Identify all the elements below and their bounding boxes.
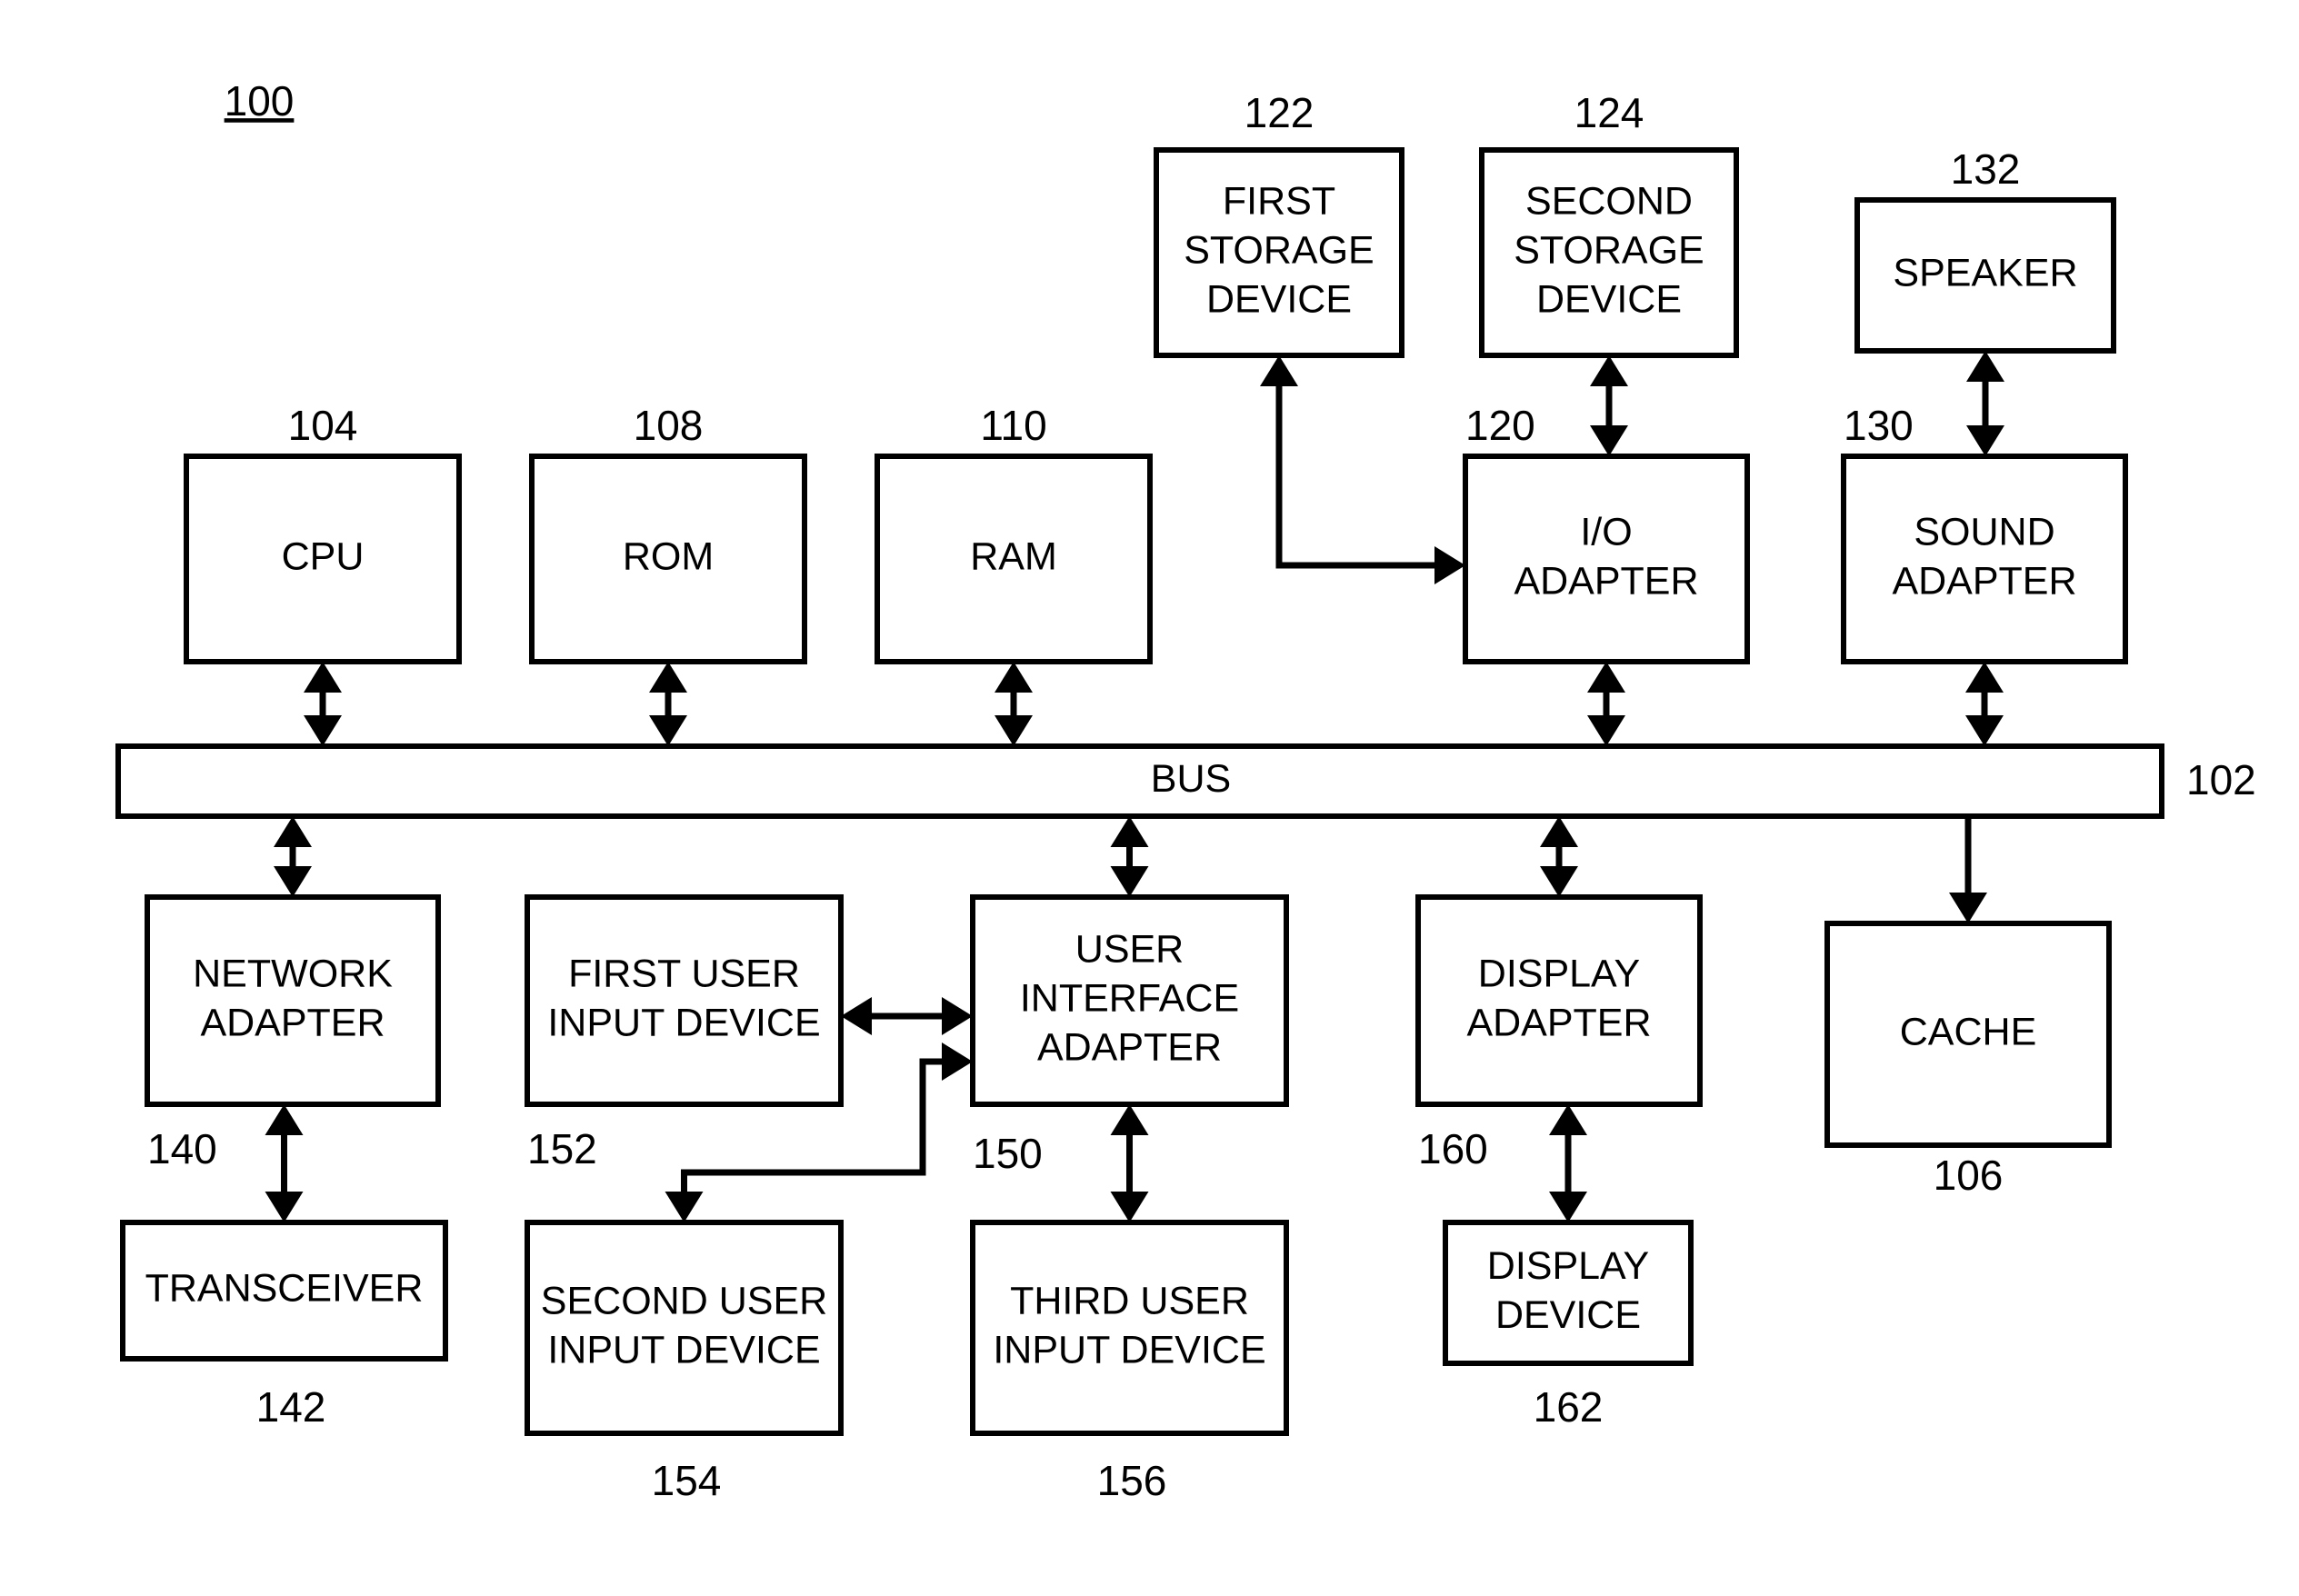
reference-numeral-106: 106 <box>1934 1152 2004 1199</box>
block-label-network-adapter: ADAPTER <box>200 1001 385 1044</box>
block-speaker: SPEAKER <box>1854 197 2116 354</box>
reference-numeral-150: 150 <box>973 1130 1043 1177</box>
connector-first-user-input-to-ui-adapter <box>841 997 973 1035</box>
block-ram: RAM <box>875 454 1153 664</box>
block-label-first-user-input-device: FIRST USER <box>568 952 800 995</box>
block-label-first-storage-device: STORAGE <box>1184 228 1374 272</box>
block-label-rom: ROM <box>623 534 714 578</box>
block-label-transceiver: TRANSCEIVER <box>145 1266 424 1310</box>
reference-numeral-160: 160 <box>1418 1125 1488 1172</box>
connector-io-adapter-to-bus <box>1587 662 1625 746</box>
reference-numeral-154: 154 <box>652 1457 722 1504</box>
block-label-io-adapter: I/O <box>1580 510 1632 554</box>
block-label-display-adapter: ADAPTER <box>1466 1001 1651 1044</box>
reference-numeral-108: 108 <box>634 402 704 449</box>
block-label-user-interface-adapter: ADAPTER <box>1037 1025 1222 1069</box>
reference-numeral-142: 142 <box>256 1383 326 1431</box>
block-label-third-user-input-device: INPUT DEVICE <box>993 1328 1265 1372</box>
block-display-adapter: DISPLAY ADAPTER <box>1415 894 1703 1107</box>
block-label-user-interface-adapter: USER <box>1075 927 1184 971</box>
connector-ram-to-bus <box>995 662 1033 746</box>
block-rom: ROM <box>529 454 807 664</box>
block-label-second-user-input-device: INPUT DEVICE <box>547 1328 820 1372</box>
block-outline-bus <box>115 743 2164 819</box>
reference-numeral-140: 140 <box>147 1125 217 1172</box>
block-label-sound-adapter: SOUND <box>1914 510 2054 554</box>
patent-block-diagram: FIRST STORAGE DEVICE SECOND STORAGE DEVICE SPE… <box>0 0 2299 1596</box>
reference-numeral-120: 120 <box>1465 402 1535 449</box>
connector-bus-to-network-adapter <box>274 816 312 897</box>
block-bus: BUS <box>115 743 2164 819</box>
block-second-storage-device: SECOND STORAGE DEVICE <box>1479 147 1739 358</box>
reference-numeral-130: 130 <box>1844 402 1914 449</box>
block-user-interface-adapter: USER INTERFACE ADAPTER <box>970 894 1289 1107</box>
block-label-first-storage-device: FIRST <box>1223 179 1335 223</box>
block-first-storage-device: FIRST STORAGE DEVICE <box>1154 147 1404 358</box>
block-transceiver: TRANSCEIVER <box>120 1220 448 1362</box>
block-label-first-user-input-device: INPUT DEVICE <box>547 1001 820 1044</box>
block-second-user-input-device: SECOND USER INPUT DEVICE <box>525 1220 844 1436</box>
connector-cpu-to-bus <box>304 662 342 746</box>
block-label-display-device: DISPLAY <box>1487 1244 1649 1288</box>
block-label-ram: RAM <box>970 534 1057 578</box>
block-network-adapter: NETWORK ADAPTER <box>145 894 441 1107</box>
block-label-display-device: DEVICE <box>1495 1293 1641 1337</box>
block-label-network-adapter: NETWORK <box>193 952 393 995</box>
connector-ui-adapter-to-third-user-input <box>1110 1104 1149 1222</box>
reference-numeral-162: 162 <box>1534 1383 1604 1431</box>
reference-numeral-104: 104 <box>288 402 358 449</box>
block-label-second-storage-device: DEVICE <box>1536 277 1682 321</box>
boxes-layer: FIRST STORAGE DEVICE SECOND STORAGE DEVICE SPE… <box>115 147 2164 1436</box>
block-label-cpu: CPU <box>282 534 365 578</box>
block-display-device: DISPLAY DEVICE <box>1443 1220 1694 1366</box>
connector-bus-to-cache <box>1949 816 1987 923</box>
connector-second-storage-to-io-adapter <box>1590 355 1628 456</box>
block-label-sound-adapter: ADAPTER <box>1892 559 2076 603</box>
reference-numeral-122: 122 <box>1244 89 1314 136</box>
block-label-third-user-input-device: THIRD USER <box>1010 1279 1249 1322</box>
reference-numeral-152: 152 <box>527 1125 597 1172</box>
block-label-second-storage-device: SECOND <box>1525 179 1693 223</box>
block-label-user-interface-adapter: INTERFACE <box>1020 976 1239 1020</box>
reference-numeral-124: 124 <box>1574 89 1644 136</box>
block-cache: CACHE <box>1824 921 2112 1148</box>
connector-bus-to-display-adapter <box>1540 816 1578 897</box>
connector-network-adapter-to-transceiver <box>265 1104 304 1222</box>
diagram-canvas: FIRST STORAGE DEVICE SECOND STORAGE DEVICE SPE… <box>115 77 2256 1504</box>
block-sound-adapter: SOUND ADAPTER <box>1841 454 2128 664</box>
figure-number: 100 <box>225 77 295 125</box>
block-label-bus: BUS <box>1151 757 1231 801</box>
block-label-second-storage-device: STORAGE <box>1514 228 1704 272</box>
connector-first-storage-to-io-adapter <box>1260 355 1465 584</box>
connector-rom-to-bus <box>649 662 687 746</box>
connector-speaker-to-sound-adapter <box>1966 351 2004 456</box>
block-cpu: CPU <box>184 454 462 664</box>
connector-sound-adapter-to-bus <box>1965 662 2004 746</box>
connector-bus-to-user-interface-adapter <box>1110 816 1149 897</box>
block-first-user-input-device: FIRST USER INPUT DEVICE <box>525 894 844 1107</box>
reference-numeral-110: 110 <box>980 402 1046 449</box>
reference-numeral-132: 132 <box>1951 145 2021 193</box>
block-label-speaker: SPEAKER <box>1893 251 2077 294</box>
block-io-adapter: I/O ADAPTER <box>1463 454 1750 664</box>
block-label-first-storage-device: DEVICE <box>1206 277 1352 321</box>
block-label-display-adapter: DISPLAY <box>1478 952 1640 995</box>
block-label-io-adapter: ADAPTER <box>1514 559 1698 603</box>
reference-numeral-156: 156 <box>1097 1457 1167 1504</box>
reference-numeral-102: 102 <box>2186 756 2256 803</box>
block-label-cache: CACHE <box>1900 1010 2037 1053</box>
block-third-user-input-device: THIRD USER INPUT DEVICE <box>970 1220 1289 1436</box>
connector-display-adapter-to-display-device <box>1549 1104 1587 1222</box>
block-label-second-user-input-device: SECOND USER <box>541 1279 827 1322</box>
